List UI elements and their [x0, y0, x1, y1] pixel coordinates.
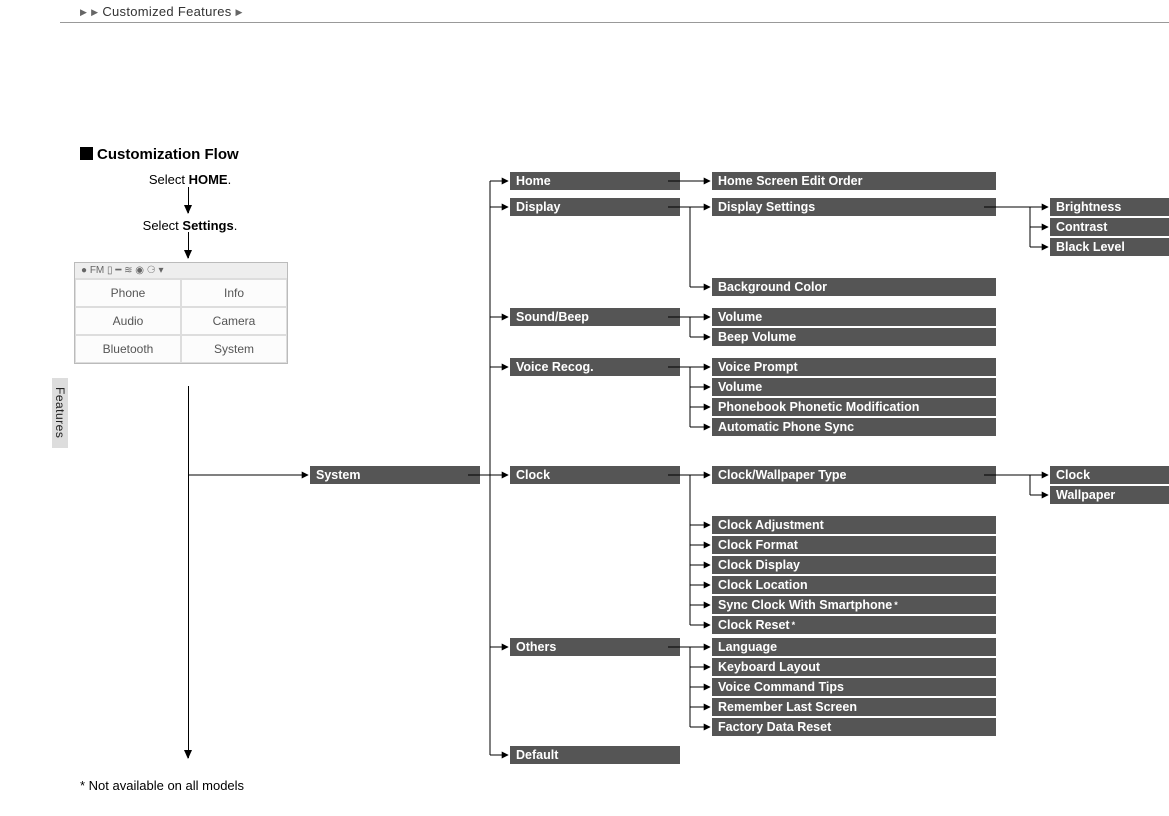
flow-connectors [0, 0, 1169, 816]
footnote: * Not available on all models [80, 778, 244, 793]
